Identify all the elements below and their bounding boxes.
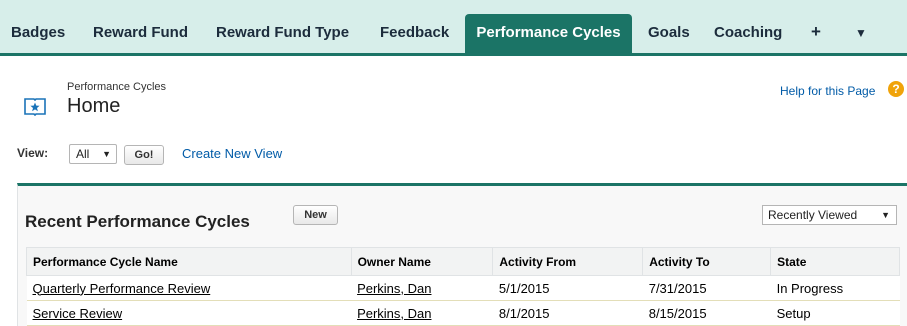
recent-filter-value: Recently Viewed: [768, 208, 858, 222]
tab-badges[interactable]: Badges: [11, 14, 65, 56]
new-button[interactable]: New: [293, 205, 338, 225]
column-header[interactable]: State: [770, 247, 900, 276]
owner-link[interactable]: Perkins, Dan: [357, 281, 431, 296]
select-arrow-icon: ▼: [881, 210, 890, 220]
table-row: Service Review Perkins, Dan 8/1/2015 8/1…: [26, 300, 900, 326]
activity-to: 7/31/2015: [642, 275, 771, 301]
tab-feedback[interactable]: Feedback: [380, 14, 449, 56]
tab-performance-cycles[interactable]: Performance Cycles: [465, 14, 632, 56]
column-header[interactable]: Owner Name: [350, 247, 494, 276]
table-header-row: Performance Cycle Name Owner Name Activi…: [26, 247, 900, 276]
recent-panel-title: Recent Performance Cycles: [25, 212, 250, 231]
help-link[interactable]: Help for this Page: [780, 84, 875, 98]
go-button[interactable]: Go!: [124, 145, 164, 165]
column-header[interactable]: Activity To: [642, 247, 772, 276]
tab-bar: Badges Reward Fund Reward Fund Type Feed…: [0, 0, 907, 56]
owner-link[interactable]: Perkins, Dan: [357, 306, 431, 321]
plus-icon[interactable]: +: [811, 14, 821, 56]
chevron-down-icon[interactable]: ▼: [855, 14, 867, 56]
view-select-value: All: [76, 147, 90, 161]
recent-table: Performance Cycle Name Owner Name Activi…: [26, 247, 900, 326]
view-label: View:: [17, 146, 49, 160]
view-select[interactable]: All ▼: [69, 144, 117, 164]
column-header[interactable]: Activity From: [492, 247, 644, 276]
tab-coaching[interactable]: Coaching: [714, 14, 782, 56]
select-arrow-icon: ▼: [102, 149, 111, 159]
state: Setup: [770, 300, 900, 326]
tab-reward-fund[interactable]: Reward Fund: [93, 14, 188, 56]
help-icon[interactable]: ?: [888, 81, 904, 97]
performance-cycle-icon: [24, 98, 46, 116]
activity-from: 5/1/2015: [492, 275, 643, 301]
recent-filter-select[interactable]: Recently Viewed ▼: [762, 205, 897, 225]
tab-goals[interactable]: Goals: [648, 14, 690, 56]
activity-from: 8/1/2015: [492, 300, 643, 326]
page-title: Home: [67, 95, 121, 117]
create-new-view-link[interactable]: Create New View: [182, 146, 282, 161]
table-row: Quarterly Performance Review Perkins, Da…: [26, 275, 900, 301]
tab-reward-fund-type[interactable]: Reward Fund Type: [216, 14, 349, 56]
state: In Progress: [770, 275, 900, 301]
cycle-name-link[interactable]: Quarterly Performance Review: [33, 281, 211, 296]
page-subtitle: Performance Cycles: [67, 81, 167, 93]
cycle-name-link[interactable]: Service Review: [33, 306, 123, 321]
column-header[interactable]: Performance Cycle Name: [26, 247, 352, 276]
activity-to: 8/15/2015: [642, 300, 771, 326]
